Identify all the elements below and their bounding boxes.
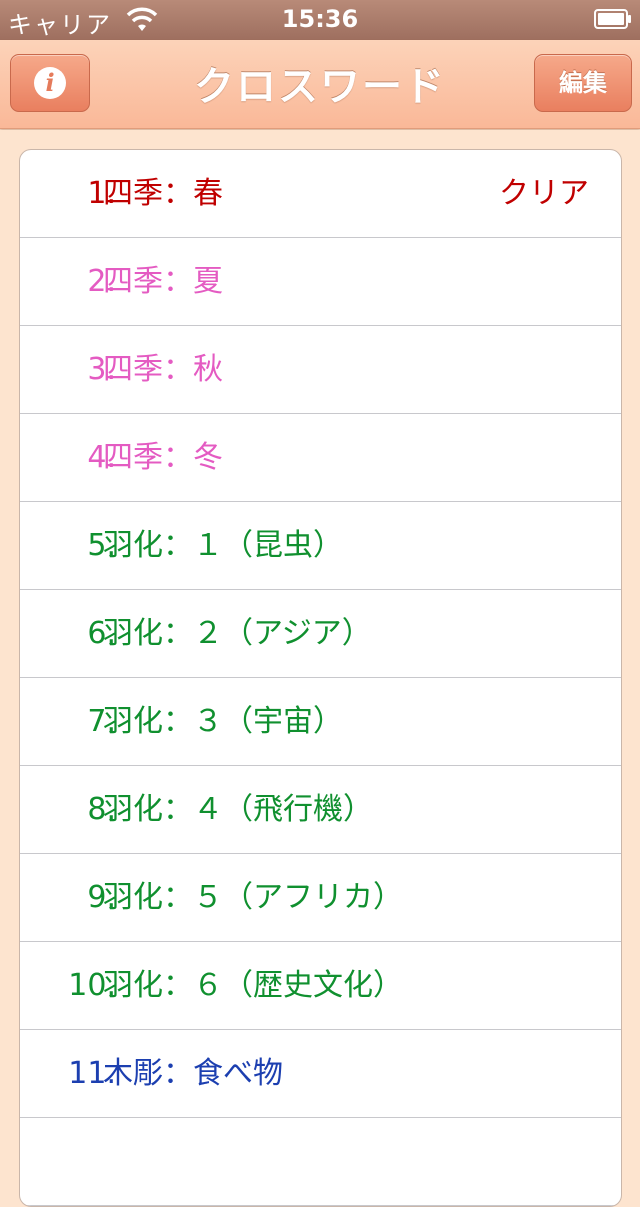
list-item[interactable]: 9. 羽化：５（アフリカ）	[20, 854, 621, 942]
cleared-status: クリア	[499, 176, 589, 211]
list-item[interactable]	[20, 1118, 621, 1206]
status-bar: キャリア 15:36	[0, 0, 640, 40]
battery-icon	[594, 9, 631, 29]
puzzle-title: 四季：秋	[103, 352, 223, 387]
status-time: 15:36	[281, 5, 359, 33]
list-item[interactable]: 2. 四季：夏	[20, 238, 621, 326]
list-item[interactable]: 4. 四季：冬	[20, 414, 621, 502]
edit-button[interactable]: 編集	[534, 54, 632, 112]
puzzle-title: 木彫：食べ物	[103, 1056, 283, 1091]
puzzle-title: 羽化：４（飛行機）	[103, 792, 373, 827]
list-item[interactable]: 11. 木彫：食べ物	[20, 1030, 621, 1118]
puzzle-title: 羽化：６（歴史文化）	[103, 968, 403, 1003]
puzzle-title: 羽化：５（アフリカ）	[103, 880, 403, 915]
puzzle-title: 四季：夏	[103, 264, 223, 299]
list-item[interactable]: 5. 羽化：１（昆虫）	[20, 502, 621, 590]
list-item[interactable]: 6. 羽化：２（アジア）	[20, 590, 621, 678]
puzzle-title: 羽化：３（宇宙）	[103, 704, 343, 739]
list-item[interactable]: 3. 四季：秋	[20, 326, 621, 414]
puzzle-title: 羽化：２（アジア）	[103, 616, 372, 651]
puzzle-list-area: 1. 四季：春 クリア 2. 四季：夏 3. 四季：秋 4. 四季：冬 5. 羽化：１（昆虫） 6. 羽…	[0, 130, 640, 1207]
puzzle-title: 羽化：１（昆虫）	[103, 528, 343, 563]
navigation-bar: i クロスワード 編集	[0, 40, 640, 129]
puzzle-list: 1. 四季：春 クリア 2. 四季：夏 3. 四季：秋 4. 四季：冬 5. 羽化：１（昆虫） 6. 羽…	[19, 149, 622, 1207]
list-item[interactable]: 1. 四季：春 クリア	[20, 150, 621, 238]
list-item[interactable]: 7. 羽化：３（宇宙）	[20, 678, 621, 766]
list-item[interactable]: 8. 羽化：４（飛行機）	[20, 766, 621, 854]
list-item[interactable]: 10. 羽化：６（歴史文化）	[20, 942, 621, 1030]
puzzle-title: 四季：春	[103, 176, 223, 211]
puzzle-title: 四季：冬	[103, 440, 223, 475]
